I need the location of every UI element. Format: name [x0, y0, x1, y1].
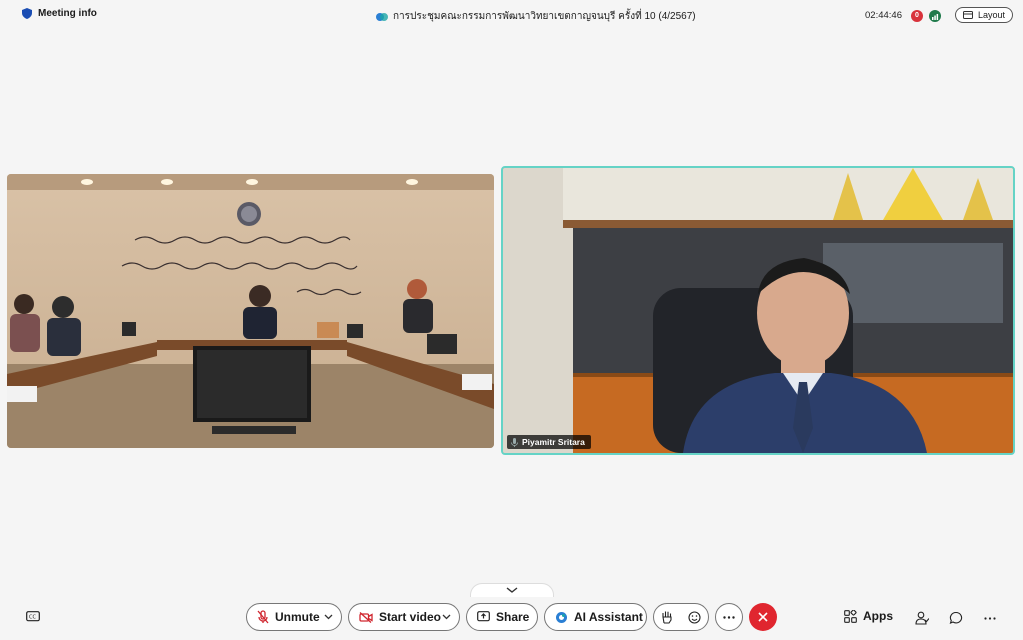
overflow-menu-button[interactable] [981, 609, 999, 627]
participants-button[interactable] [913, 609, 931, 627]
ai-assistant-label: AI Assistant [574, 610, 643, 624]
chevron-down-icon [506, 587, 518, 593]
meeting-title: การประชุมคณะกรรมการพัฒนาวิทยาเขตกาญจนบุร… [393, 11, 696, 22]
reactions-group [653, 603, 709, 631]
video-tile-active-speaker[interactable]: Piyamitr Sritara [501, 166, 1015, 455]
close-icon [758, 612, 768, 622]
start-video-button[interactable]: Start video [348, 603, 460, 631]
apps-label: Apps [863, 609, 893, 623]
leave-meeting-button[interactable] [749, 603, 777, 631]
layout-label: Layout [977, 10, 1006, 20]
raise-hand-icon[interactable] [661, 610, 673, 624]
meeting-room-video [7, 174, 494, 448]
speaker-name-tag: Piyamitr Sritara [507, 435, 591, 449]
speaker-name: Piyamitr Sritara [522, 437, 585, 447]
meeting-info-label: Meeting info [38, 8, 97, 19]
svg-text:CC: CC [29, 615, 36, 621]
collapse-toolbar-tab[interactable] [470, 583, 554, 597]
apps-button[interactable]: Apps [844, 609, 893, 623]
ai-assistant-icon [556, 611, 567, 623]
layout-icon [962, 11, 973, 19]
unmute-button[interactable]: Unmute [246, 603, 342, 631]
video-off-icon [359, 611, 373, 623]
meeting-info-button[interactable]: Meeting info [22, 8, 97, 19]
speaker-video [503, 168, 1013, 453]
share-label: Share [496, 610, 530, 624]
chat-button[interactable] [947, 609, 965, 627]
microphone-icon [511, 437, 518, 447]
ai-assistant-button[interactable]: AI Assistant [544, 603, 647, 631]
more-horizontal-icon [723, 615, 735, 619]
share-screen-icon [477, 611, 490, 622]
chevron-down-icon[interactable] [324, 614, 333, 620]
unmute-label: Unmute [275, 610, 320, 624]
chat-icon [949, 611, 963, 624]
closed-captions-icon: CC [26, 611, 40, 622]
network-status-icon[interactable] [929, 10, 941, 22]
emoji-reaction-icon[interactable] [688, 610, 701, 624]
layout-button[interactable]: Layout [955, 7, 1013, 23]
meeting-title-area: การประชุมคณะกรรมการพัฒนาวิทยาเขตกาญจนบุร… [376, 9, 696, 24]
video-tile-meeting-room[interactable] [7, 174, 494, 448]
shield-icon [22, 8, 32, 19]
share-button[interactable]: Share [466, 603, 538, 631]
more-options-button[interactable] [715, 603, 743, 631]
more-horizontal-icon [984, 616, 996, 620]
muted-microphone-icon [257, 610, 269, 624]
recording-badge[interactable]: 0 [911, 10, 923, 22]
chevron-down-icon[interactable] [442, 614, 451, 620]
closed-captions-button[interactable]: CC [24, 609, 42, 625]
elapsed-time: 02:44:46 [865, 10, 902, 21]
start-video-label: Start video [379, 610, 442, 624]
top-bar: Meeting info การประชุมคณะกรรมการพัฒนาวิท… [0, 0, 1023, 32]
participants-icon [915, 611, 929, 625]
meeting-app-icon [376, 12, 388, 21]
apps-icon [844, 609, 857, 623]
